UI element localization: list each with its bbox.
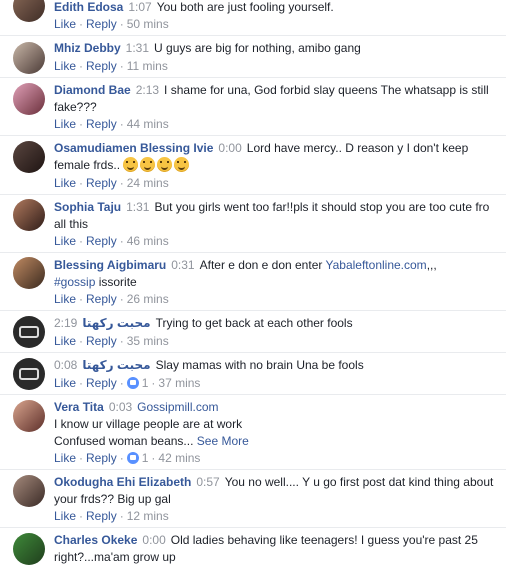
- video-timestamp[interactable]: 1:31: [126, 41, 149, 55]
- like-count[interactable]: 1: [142, 376, 149, 390]
- reply-button[interactable]: Reply: [86, 176, 117, 190]
- avatar[interactable]: [13, 42, 45, 74]
- reply-button[interactable]: Reply: [86, 117, 117, 131]
- comment-author[interactable]: Blessing Aigbimaru: [54, 258, 166, 272]
- comment-time[interactable]: 35 mins: [127, 334, 169, 348]
- video-timestamp[interactable]: 0:08: [54, 358, 77, 372]
- comment-text: U guys are big for nothing, amibo gang: [154, 41, 361, 55]
- comment-time[interactable]: 42 mins: [158, 451, 200, 465]
- comment-text: After e don e don enter: [199, 258, 323, 272]
- comment-author[interactable]: Mhiz Debby: [54, 41, 121, 55]
- reply-button[interactable]: Reply: [86, 17, 117, 31]
- reply-button[interactable]: Reply: [86, 234, 117, 248]
- comment-time[interactable]: 11 mins: [127, 59, 168, 73]
- like-count-icon: [126, 452, 139, 464]
- avatar[interactable]: [13, 475, 45, 507]
- avatar-logo-icon: [19, 326, 39, 338]
- comment-text: issorite: [98, 275, 137, 289]
- like-button[interactable]: Like: [54, 334, 76, 348]
- comment-author[interactable]: Edith Edosa: [54, 0, 123, 14]
- avatar[interactable]: [13, 316, 45, 348]
- comment-time[interactable]: 50 mins: [127, 17, 169, 31]
- video-timestamp[interactable]: 2:19: [54, 316, 77, 330]
- comment-time[interactable]: 44 mins: [127, 117, 169, 131]
- avatar[interactable]: [13, 257, 45, 289]
- comment-author[interactable]: Osamudiamen Blessing Ivie: [54, 141, 213, 155]
- video-timestamp[interactable]: 0:03: [109, 400, 132, 414]
- comment-author[interactable]: Okodugha Ehi Elizabeth: [54, 475, 191, 489]
- hashtag-link[interactable]: #gossip: [54, 275, 95, 289]
- website-link[interactable]: Gossipmill.com: [137, 400, 218, 414]
- smile-emoji-icon: [140, 157, 156, 172]
- comment-text: Confused woman beans...: [54, 434, 194, 448]
- comment-text-suffix: ,,,: [426, 258, 437, 272]
- reply-button[interactable]: Reply: [86, 59, 117, 73]
- avatar[interactable]: [13, 0, 45, 22]
- reply-button[interactable]: Reply: [86, 509, 117, 523]
- like-button[interactable]: Like: [54, 59, 76, 73]
- comment-author[interactable]: محبت ركهتا: [82, 358, 150, 372]
- like-count[interactable]: 1: [142, 451, 149, 465]
- like-button[interactable]: Like: [54, 376, 76, 390]
- comment-author[interactable]: Diamond Bae: [54, 83, 131, 97]
- smile-emoji-icon: [174, 157, 190, 172]
- like-count-icon: [126, 377, 139, 389]
- comment-author[interactable]: Charles Okeke: [54, 533, 137, 547]
- reply-button[interactable]: Reply: [86, 451, 117, 465]
- video-timestamp[interactable]: 2:13: [136, 83, 159, 97]
- comment-author[interactable]: محبت ركهتا: [82, 316, 150, 330]
- like-button[interactable]: Like: [54, 117, 76, 131]
- like-button[interactable]: Like: [54, 234, 76, 248]
- avatar[interactable]: [13, 141, 45, 173]
- avatar[interactable]: [13, 533, 45, 565]
- avatar-logo-icon: [19, 368, 39, 380]
- video-timestamp[interactable]: 1:31: [126, 200, 149, 214]
- video-timestamp[interactable]: 0:00: [142, 533, 165, 547]
- like-button[interactable]: Like: [54, 17, 76, 31]
- like-button[interactable]: Like: [54, 451, 76, 465]
- smile-emoji-icon: [123, 157, 139, 172]
- video-timestamp[interactable]: 0:57: [196, 475, 219, 489]
- comment-time[interactable]: 46 mins: [127, 234, 169, 248]
- like-button[interactable]: Like: [54, 292, 76, 306]
- avatar[interactable]: [13, 199, 45, 231]
- like-button[interactable]: Like: [54, 509, 76, 523]
- video-timestamp[interactable]: 0:00: [218, 141, 241, 155]
- comment-text: Trying to get back at each other fools: [155, 316, 353, 330]
- smile-emoji-icon: [157, 157, 173, 172]
- comment-text: Slay mamas with no brain Una be fools: [155, 358, 364, 372]
- see-more-link[interactable]: See More: [197, 434, 249, 448]
- avatar[interactable]: [13, 400, 45, 432]
- comment-time[interactable]: 12 mins: [127, 509, 169, 523]
- comment-text: I know ur village people are at work: [54, 417, 243, 431]
- comment-time[interactable]: 26 mins: [127, 292, 169, 306]
- comment-time[interactable]: 37 mins: [158, 376, 200, 390]
- reply-button[interactable]: Reply: [86, 334, 117, 348]
- comment-author[interactable]: Vera Tita: [54, 400, 104, 414]
- comment-author[interactable]: Sophia Taju: [54, 200, 121, 214]
- comment-text: You both are just fooling yourself.: [156, 0, 334, 14]
- avatar[interactable]: [13, 358, 45, 390]
- comment-time[interactable]: 24 mins: [127, 176, 169, 190]
- reply-button[interactable]: Reply: [86, 292, 117, 306]
- video-timestamp[interactable]: 0:31: [171, 258, 194, 272]
- website-link[interactable]: Yabaleftonline.com: [326, 258, 427, 272]
- reply-button[interactable]: Reply: [86, 376, 117, 390]
- avatar[interactable]: [13, 83, 45, 115]
- like-button[interactable]: Like: [54, 176, 76, 190]
- video-timestamp[interactable]: 1:07: [128, 0, 151, 14]
